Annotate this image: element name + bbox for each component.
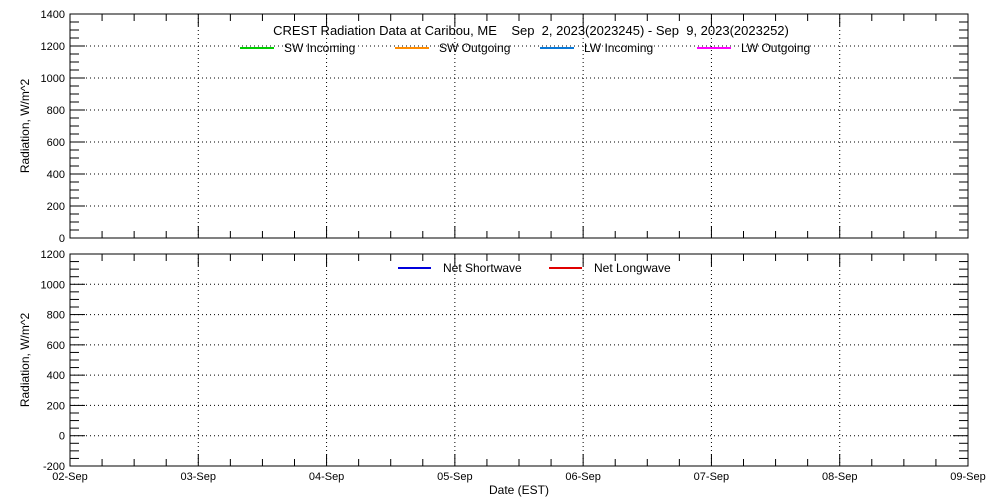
x-tick-label: 04-Sep [309, 471, 344, 483]
x-tick-label: 07-Sep [694, 471, 729, 483]
y-tick-label: 0 [59, 431, 65, 443]
y-axis-title-bottom: Radiation, W/m^2 [18, 313, 32, 408]
x-tick-label: 05-Sep [437, 471, 472, 483]
radiation-chart: 0 200 400 600 800 1000 1200 1400 SW Incoming SW O… [0, 0, 1000, 500]
y-tick-label: 1200 [41, 41, 65, 53]
panel-frame [70, 254, 968, 466]
legend-label: LW Incoming [584, 41, 653, 55]
panel-radiation-components: 0 200 400 600 800 1000 1200 1400 SW Incoming SW O… [41, 9, 968, 245]
legend-label: Net Longwave [594, 261, 671, 275]
x-tick-label: 08-Sep [822, 471, 857, 483]
legend-label: LW Outgoing [741, 41, 810, 55]
x-tick-label: 06-Sep [565, 471, 600, 483]
x-axis-title: Date (EST) [489, 483, 549, 497]
x-tick-label: 03-Sep [181, 471, 216, 483]
legend-label: Net Shortwave [443, 261, 522, 275]
y-tick-label: 600 [47, 340, 65, 352]
panel-net-radiation: -20002004006008001000120002-Sep03-Sep04-… [41, 249, 986, 483]
x-tick-label: 09-Sep [950, 471, 985, 483]
y-axis-title-top: Radiation, W/m^2 [18, 79, 32, 174]
y-tick-label: 400 [47, 370, 65, 382]
y-tick-label: 400 [47, 169, 65, 181]
y-tick-label: 800 [47, 105, 65, 117]
panel-frame [70, 14, 968, 238]
y-tick-label: 1000 [41, 279, 65, 291]
y-tick-label: 1400 [41, 9, 65, 21]
legend-label: SW Incoming [284, 41, 355, 55]
y-tick-label: 1000 [41, 73, 65, 85]
x-tick-label: 02-Sep [52, 471, 87, 483]
radiation-plot-window: 0 200 400 600 800 1000 1200 1400 SW Incoming SW O… [0, 0, 1000, 500]
y-tick-label: 200 [47, 400, 65, 412]
y-tick-label: 0 [59, 233, 65, 245]
chart-title: CREST Radiation Data at Caribou, ME Sep … [273, 23, 789, 38]
y-tick-label: 600 [47, 137, 65, 149]
y-tick-label: 200 [47, 201, 65, 213]
y-tick-label: 1200 [41, 249, 65, 261]
legend-label: SW Outgoing [439, 41, 510, 55]
y-tick-label: 800 [47, 310, 65, 322]
